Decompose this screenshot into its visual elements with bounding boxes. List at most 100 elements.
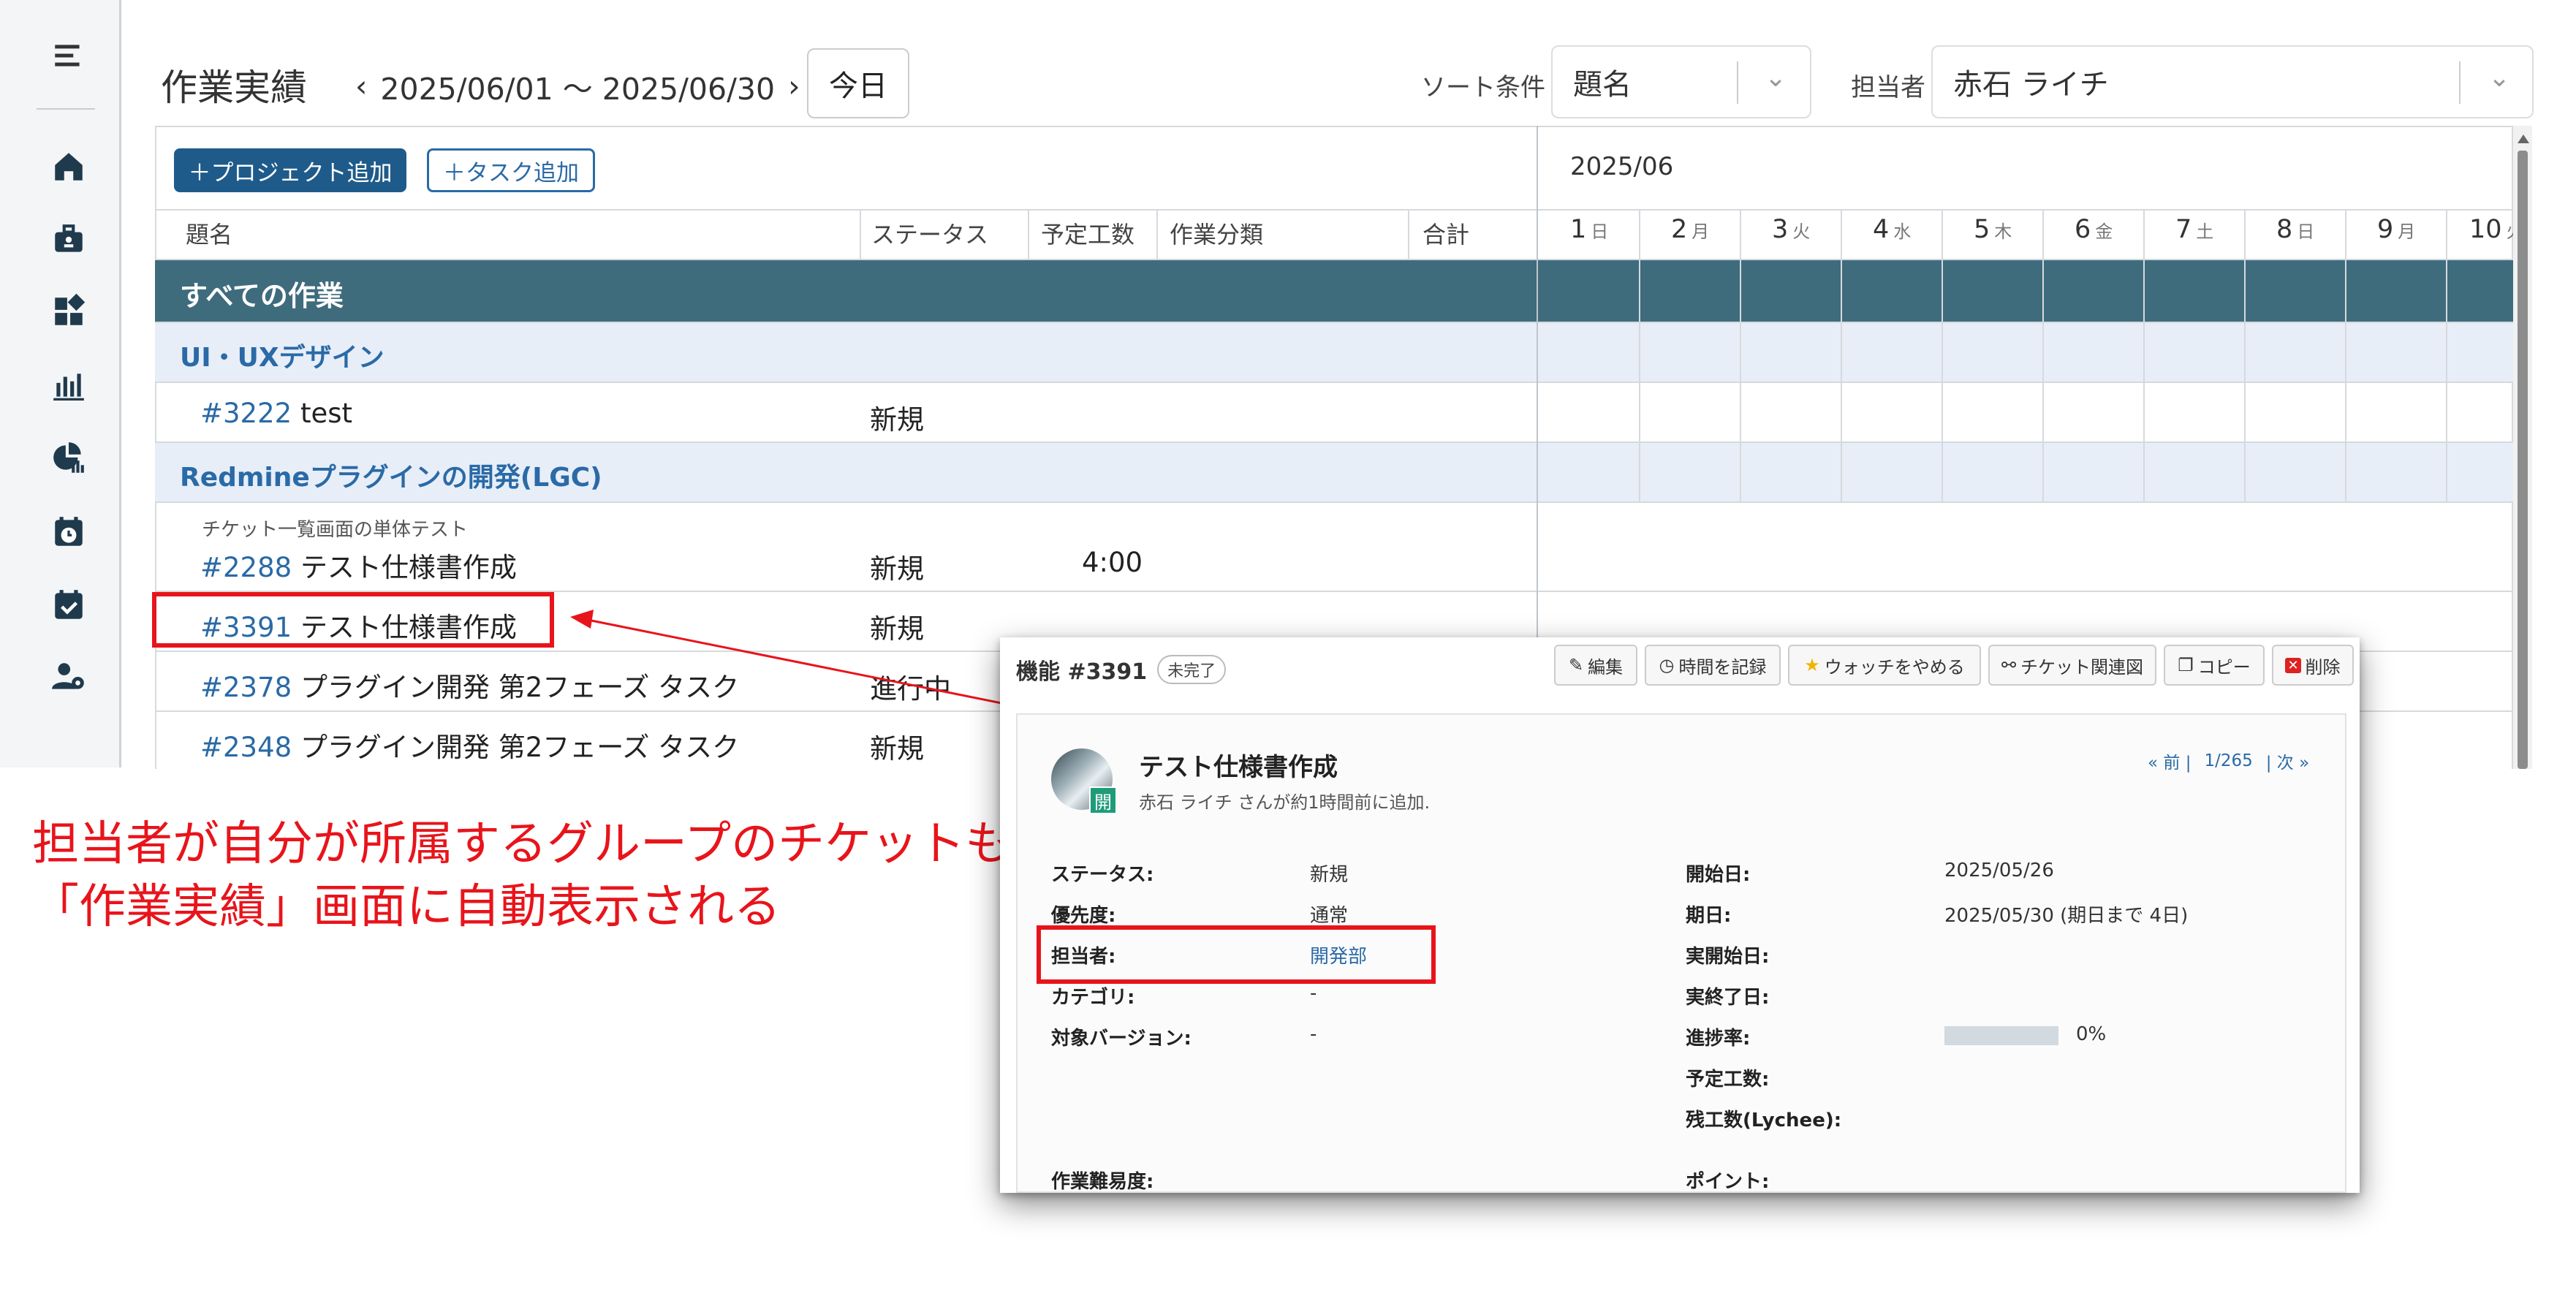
grid-line xyxy=(1408,211,1409,259)
ticket-detail-card: 開 テスト仕様書作成 赤石 ライチ さんが約1時間前に追加. « 前 | 1/2… xyxy=(1016,713,2346,1193)
hierarchy-icon: ⚯ xyxy=(2001,655,2017,675)
next-link[interactable]: | 次 » xyxy=(2266,748,2309,773)
scroll-up-icon[interactable] xyxy=(2518,134,2529,143)
assignee-select[interactable]: 赤石 ライチ ⌄ xyxy=(1931,45,2534,118)
date-range-nav: ‹ 2025/06/01 ～ 2025/06/30 › xyxy=(355,64,800,108)
task-row-title[interactable]: #2288 テスト仕様書作成 xyxy=(200,545,517,585)
field-value: 2025/05/26 xyxy=(1944,860,2054,881)
group-row[interactable]: UI・UXデザイン xyxy=(155,323,2513,382)
next-period-icon[interactable]: › xyxy=(788,69,800,104)
page-position: 1/265 xyxy=(2204,751,2253,770)
prev-link[interactable]: « 前 | xyxy=(2148,748,2191,773)
parent-task-label: チケット一覧画面の単体テスト xyxy=(202,519,469,541)
day-header: 7土 xyxy=(2175,215,2214,244)
task-status: 新規 xyxy=(870,553,924,585)
field-value: 通常 xyxy=(1310,905,1349,927)
user-settings-icon[interactable] xyxy=(48,656,89,697)
grid-line xyxy=(860,211,861,259)
add-task-button[interactable]: ＋タスク追加 xyxy=(427,148,595,192)
column-header-total[interactable]: 合計 xyxy=(1423,216,1469,250)
column-header-subject[interactable]: 題名 xyxy=(186,216,232,250)
delete-icon: ✕ xyxy=(2285,657,2301,673)
all-work-row[interactable]: すべての作業 xyxy=(155,260,2513,322)
scrollbar-thumb[interactable] xyxy=(2518,151,2528,769)
select-divider xyxy=(2459,61,2461,104)
ticket-link[interactable]: #2348 xyxy=(200,732,292,763)
home-icon[interactable] xyxy=(48,146,89,187)
field-label: 実終了日: xyxy=(1686,987,1770,1009)
field-label: ステータス: xyxy=(1051,864,1154,886)
column-header-estimate[interactable]: 予定工数 xyxy=(1041,216,1134,250)
group-label: Redmineプラグインの開発(LGC) xyxy=(180,463,602,493)
edit-button[interactable]: ✎ 編集 xyxy=(1554,645,1637,686)
progress-bar xyxy=(1944,1026,2058,1045)
ticket-link[interactable]: #2378 xyxy=(200,672,292,703)
annotation-text: 担当者が自分が所属するグループのチケットも 「作業実績」画面に自動表示される xyxy=(32,817,1012,934)
chevron-down-icon[interactable]: ⌄ xyxy=(1765,63,1787,93)
column-header-activity[interactable]: 作業分類 xyxy=(1170,216,1263,250)
dashboard-icon[interactable] xyxy=(48,291,89,332)
prev-period-icon[interactable]: ‹ xyxy=(355,69,367,104)
popup-header: 機能 #3391 未完了 xyxy=(1016,653,1227,686)
add-project-button[interactable]: ＋プロジェクト追加 xyxy=(174,148,406,192)
calendar-month: 2025/06 xyxy=(1570,152,1674,181)
grid-line xyxy=(155,501,2513,503)
day-line xyxy=(2244,211,2246,501)
today-button[interactable]: 今日 xyxy=(807,48,909,118)
log-time-button[interactable]: ◷ 時間を記録 xyxy=(1645,645,1781,686)
copy-icon: ❐ xyxy=(2178,655,2194,675)
field-label: カテゴリ: xyxy=(1051,987,1135,1009)
day-header: 6金 xyxy=(2075,215,2113,244)
field-value: 2025/05/30 (期日まで 4日) xyxy=(1944,905,2189,927)
day-line xyxy=(2042,211,2044,501)
author-line: 赤石 ライチ さんが約1時間前に追加. xyxy=(1139,792,1431,813)
pie-chart-icon[interactable] xyxy=(48,439,89,479)
briefcase-icon[interactable] xyxy=(48,219,89,260)
field-value: 新規 xyxy=(1310,864,1349,886)
group-label: UI・UXデザイン xyxy=(180,343,384,373)
calendar-check-icon[interactable] xyxy=(48,585,89,626)
field-value: - xyxy=(1310,1023,1317,1045)
task-row-title[interactable]: #2348 プラグイン開発 第2フェーズ タスク xyxy=(200,725,739,765)
day-line xyxy=(1740,211,1741,501)
field-value: - xyxy=(1310,982,1317,1004)
tracker-badge: 開 xyxy=(1089,786,1117,814)
task-estimate: 4:00 xyxy=(1082,547,1143,578)
relation-graph-button[interactable]: ⚯ チケット関連図 xyxy=(1988,645,2156,686)
menu-icon[interactable] xyxy=(48,35,89,76)
calendar-clock-icon[interactable] xyxy=(48,512,89,553)
copy-button[interactable]: ❐ コピー xyxy=(2164,645,2265,686)
scrollbar[interactable] xyxy=(2513,126,2532,769)
field-label: 期日: xyxy=(1686,905,1732,927)
field-label: 開始日: xyxy=(1686,864,1751,886)
sidebar-divider xyxy=(37,108,95,110)
sidebar xyxy=(0,0,121,767)
field-label: 優先度: xyxy=(1051,905,1116,927)
date-range: 2025/06/01 ～ 2025/06/30 xyxy=(380,72,776,107)
grid-line xyxy=(155,209,2513,211)
select-divider xyxy=(1737,61,1738,104)
ticket-link[interactable]: #2288 xyxy=(200,552,292,583)
delete-button[interactable]: ✕ 削除 xyxy=(2272,645,2354,686)
day-header: 1日 xyxy=(1570,215,1609,244)
avatar: 開 xyxy=(1051,748,1124,814)
ticket-pagination: « 前 | 1/265 | 次 » xyxy=(2148,748,2309,773)
group-row[interactable]: Redmineプラグインの開発(LGC) xyxy=(155,443,2513,501)
assignee-label: 担当者 xyxy=(1851,73,1925,102)
ticket-link[interactable]: #3222 xyxy=(200,398,292,429)
field-label: 対象バージョン: xyxy=(1051,1028,1192,1050)
chevron-down-icon[interactable]: ⌄ xyxy=(2488,63,2510,93)
column-header-status[interactable]: ステータス xyxy=(871,216,988,250)
unwatch-button[interactable]: ★ ウォッチをやめる xyxy=(1788,645,1981,686)
day-line xyxy=(2345,211,2346,501)
sort-select[interactable]: 題名 ⌄ xyxy=(1551,45,1811,118)
field-label: 進捗率: xyxy=(1686,1028,1751,1050)
day-line xyxy=(2446,211,2447,501)
task-row-title[interactable]: #3222 test xyxy=(200,398,352,429)
all-work-label: すべての作業 xyxy=(180,280,344,312)
task-status: 新規 xyxy=(870,733,924,765)
day-header: 4水 xyxy=(1873,215,1912,244)
ticket-popup: 機能 #3391 未完了 ✎ 編集 ◷ 時間を記録 ★ ウォッチをやめる ⚯ チケット関… xyxy=(1000,637,2360,1193)
task-status: 新規 xyxy=(870,404,924,436)
bar-chart-icon[interactable] xyxy=(48,365,89,406)
